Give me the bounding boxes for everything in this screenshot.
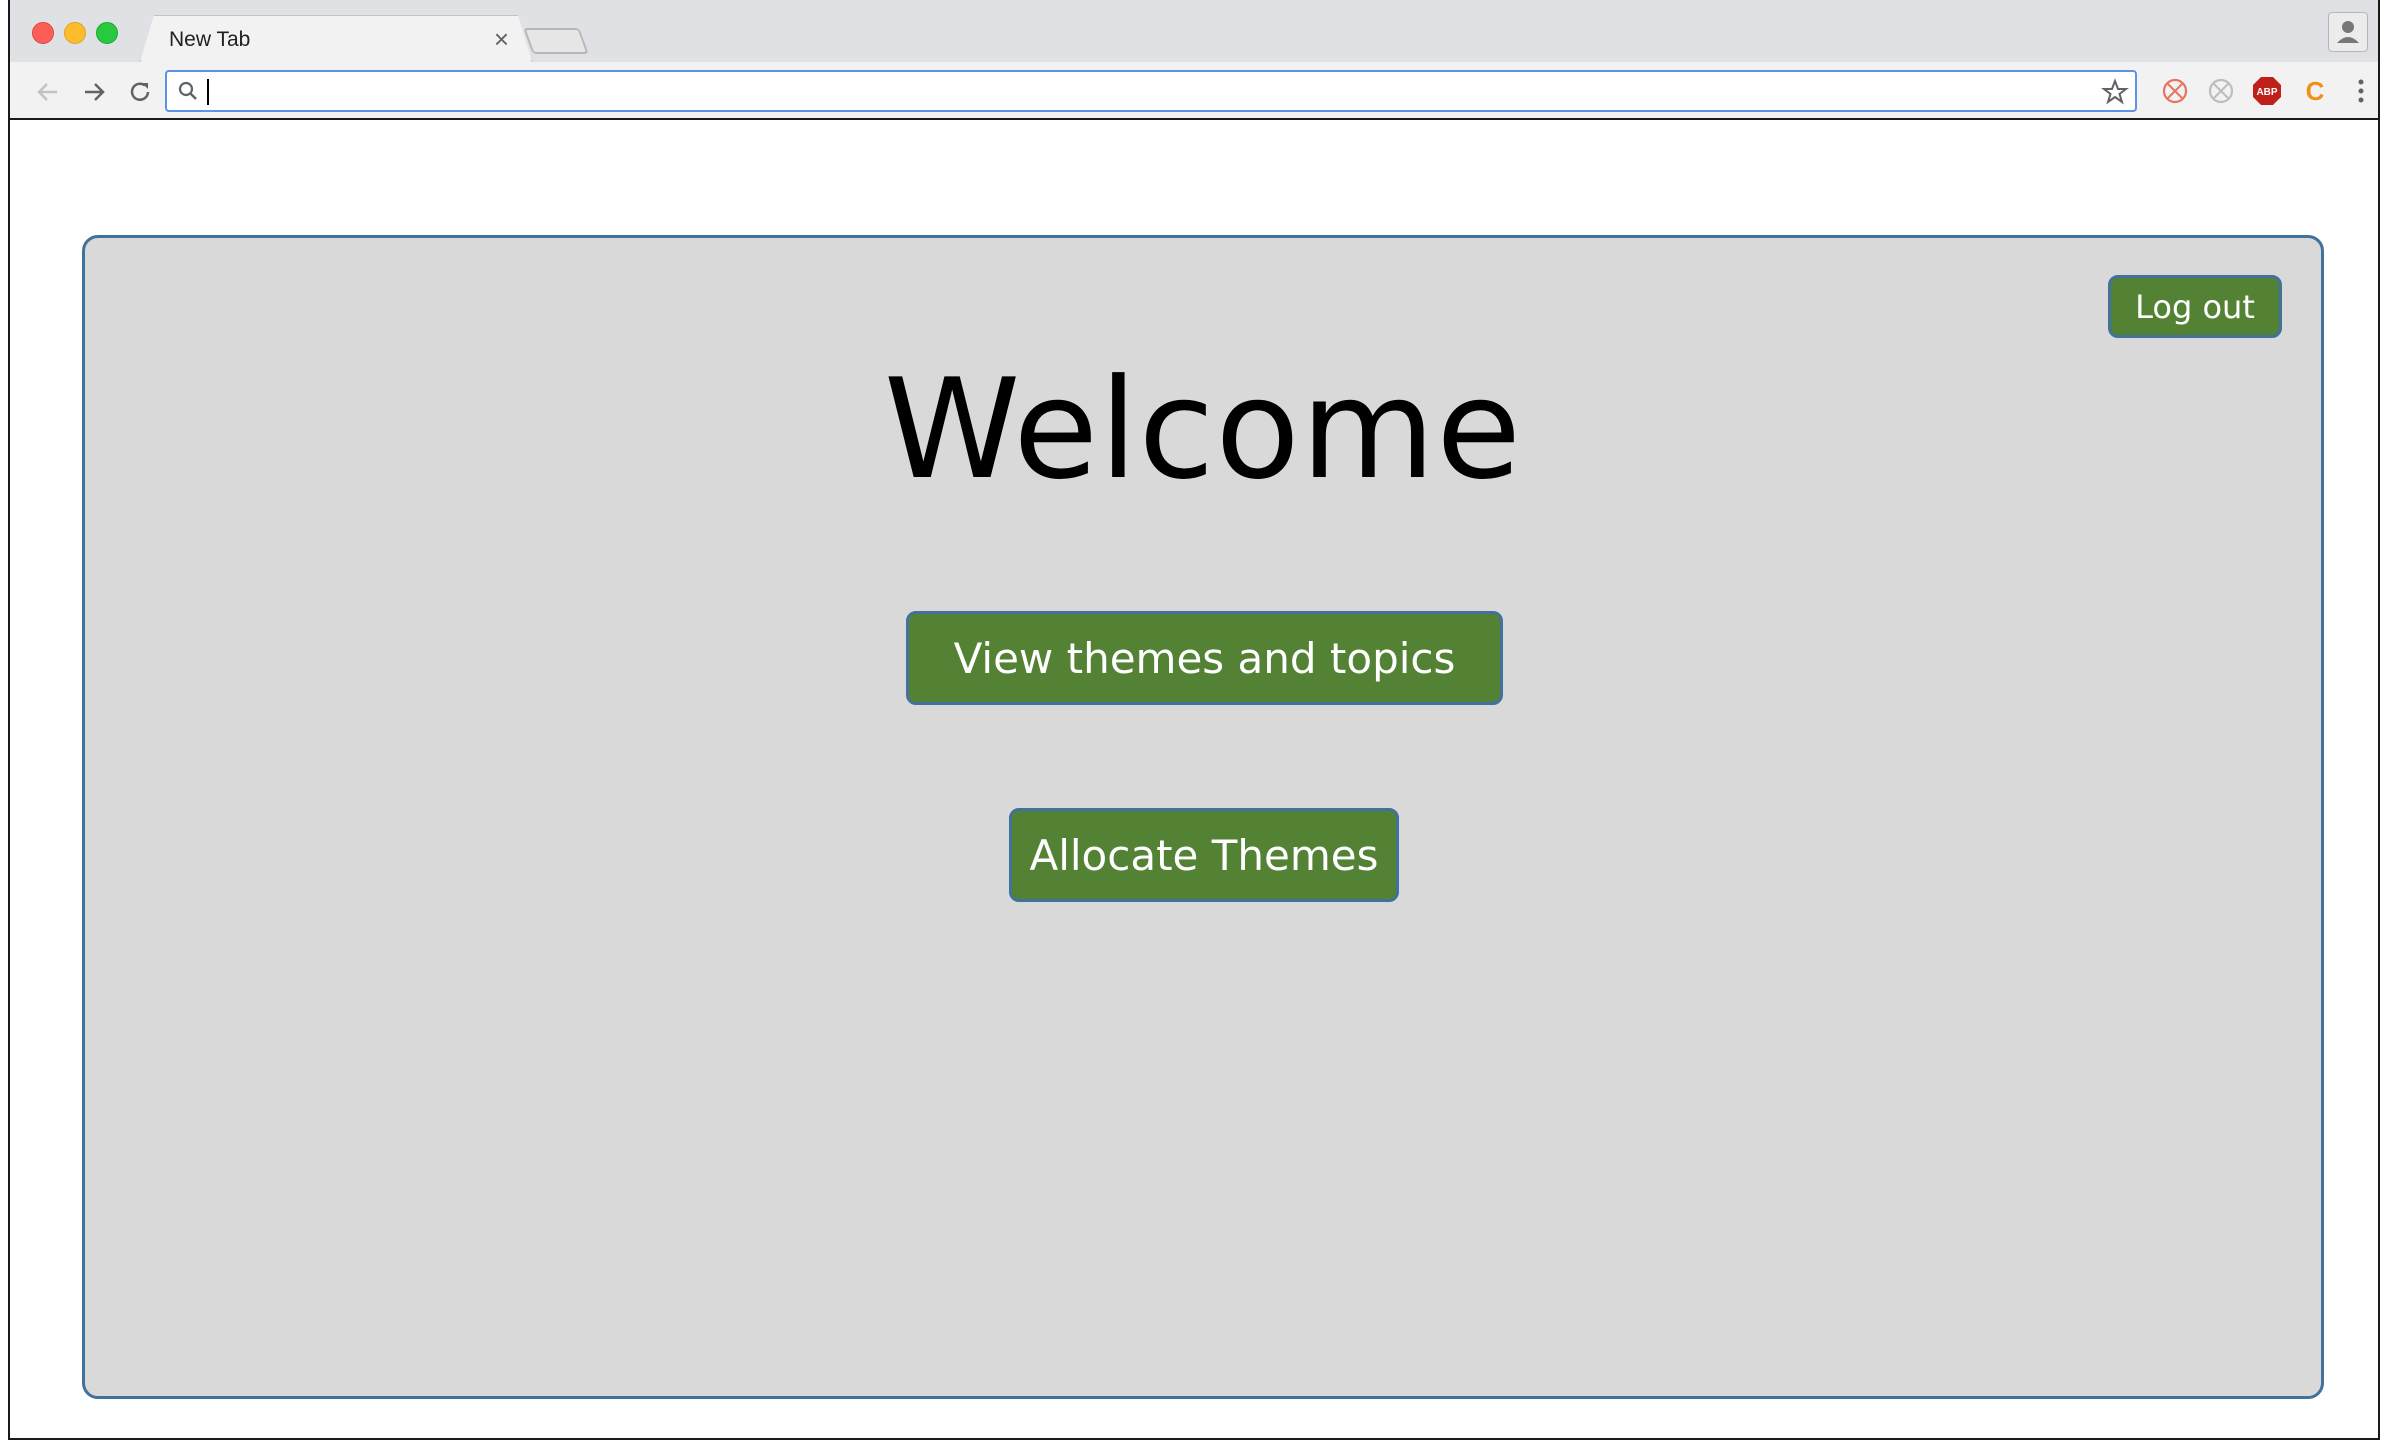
browser-toolbar: ABP C [10,62,2378,120]
extension-icon[interactable] [2160,76,2190,106]
star-icon[interactable] [2101,78,2129,111]
close-window-button[interactable] [32,22,54,44]
abp-label: ABP [2256,87,2277,98]
extension-c-icon[interactable]: C [2300,76,2330,106]
logout-button[interactable]: Log out [2108,275,2282,338]
tab-title: New Tab [169,28,251,51]
allocate-themes-button[interactable]: Allocate Themes [1009,808,1399,902]
address-input[interactable] [209,76,2089,106]
reload-icon[interactable] [120,72,160,112]
new-tab-button[interactable] [523,28,589,54]
maximize-window-button[interactable] [96,22,118,44]
page-title: Welcome [883,349,1523,510]
view-themes-button[interactable]: View themes and topics [906,611,1503,705]
search-icon [177,80,199,107]
tab-new-tab[interactable]: New Tab × [140,15,532,62]
forward-icon[interactable] [74,72,114,112]
address-bar[interactable] [165,70,2137,112]
profile-icon[interactable] [2328,12,2368,52]
minimize-window-button[interactable] [64,22,86,44]
welcome-panel: Log out Welcome View themes and topics A… [82,235,2324,1399]
tab-strip: New Tab × [10,0,2378,62]
adblock-icon[interactable]: ABP [2252,76,2282,106]
extension-icon[interactable] [2206,76,2236,106]
browser-window: New Tab × ABP C Log out Welcome View the… [8,0,2380,1440]
page-content: Log out Welcome View themes and topics A… [10,122,2378,1438]
menu-icon[interactable] [2346,76,2376,106]
back-icon[interactable] [28,72,68,112]
tab-close-icon[interactable]: × [494,24,509,54]
